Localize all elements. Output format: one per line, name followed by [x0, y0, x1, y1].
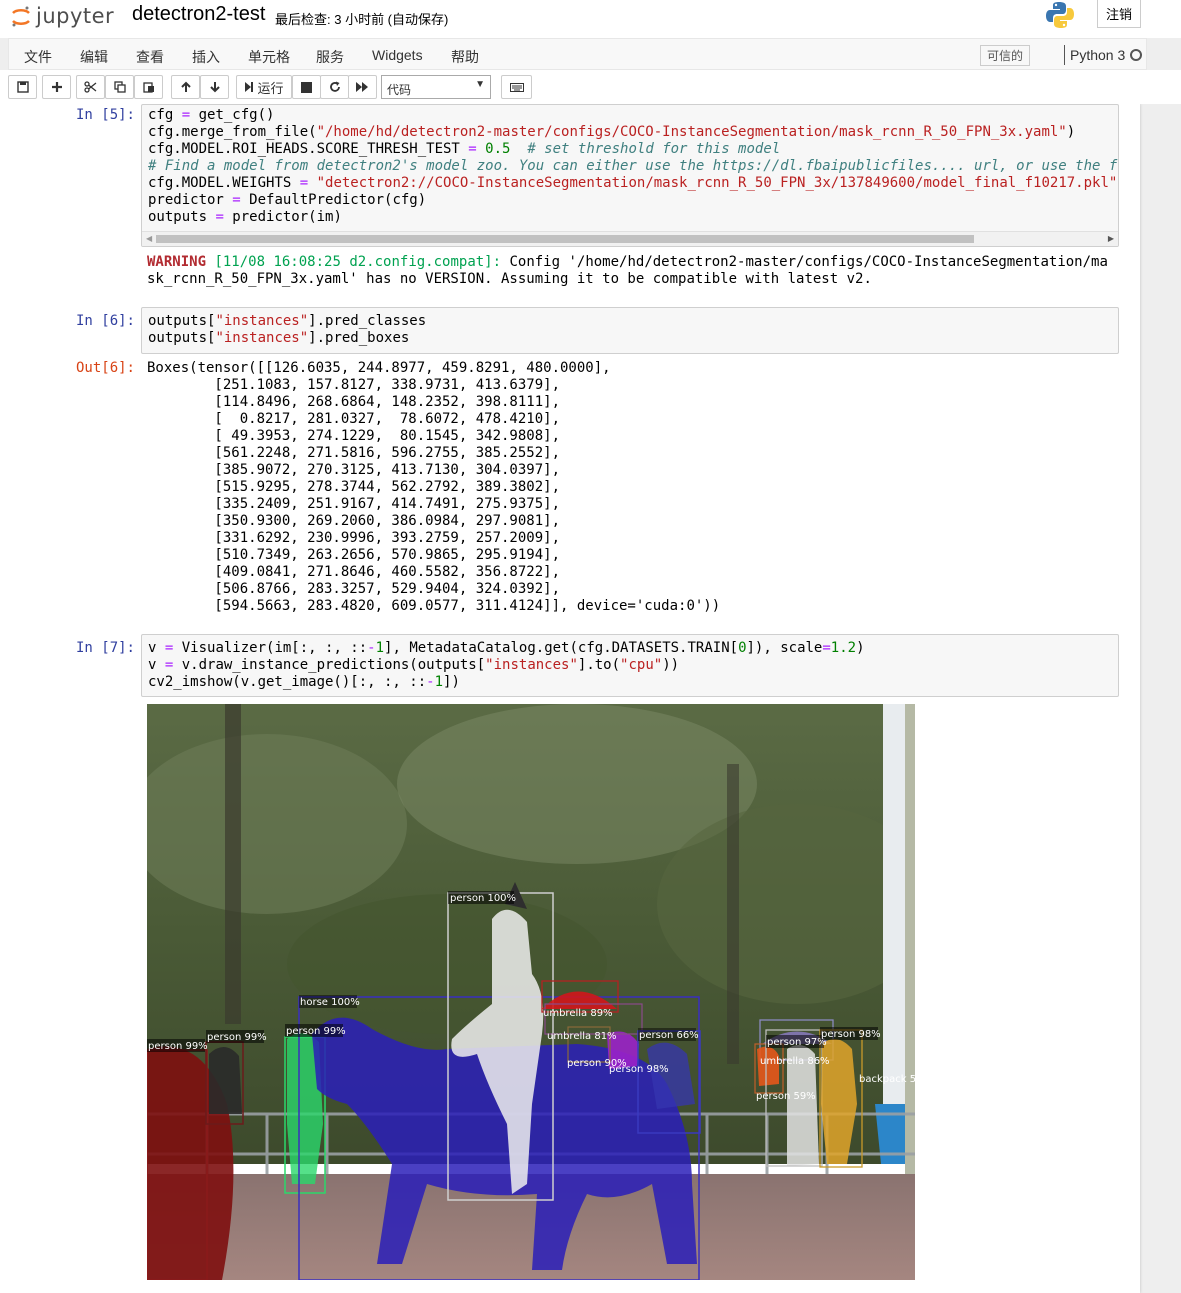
cell-5-input[interactable]: cfg = get_cfg() cfg.merge_from_file("/ho…	[141, 104, 1119, 247]
cell-7-code: v = Visualizer(im[:, :, ::-1], MetadataC…	[148, 640, 865, 690]
detection-label: umbrella 89%	[543, 1008, 613, 1019]
python-logo-icon	[1044, 0, 1076, 30]
cell-6-in-prompt: In [6]:	[75, 313, 135, 329]
checkpoint-status: 最后检查: 3 小时前 (自动保存)	[275, 12, 449, 27]
restart-button[interactable]	[320, 75, 349, 99]
white-pole	[883, 704, 905, 1104]
scrollbar-thumb[interactable]	[156, 235, 974, 243]
detection-label: horse 100%	[300, 997, 360, 1008]
cut-button[interactable]	[76, 75, 105, 99]
save-icon	[16, 81, 29, 93]
cell-7-in-prompt: In [7]:	[75, 640, 135, 656]
copy-button[interactable]	[105, 75, 134, 99]
scroll-right-icon[interactable]: ▶	[1108, 234, 1114, 243]
command-palette-button[interactable]	[501, 75, 532, 99]
warning-meta: [11/08 16:08:25 d2.config.compat]:	[214, 254, 502, 270]
detection-label: person 99%	[286, 1026, 346, 1037]
move-up-button[interactable]	[171, 75, 200, 99]
cell-6-input[interactable]: outputs["instances"].pred_classes output…	[141, 307, 1119, 354]
cell-type-value: 代码	[387, 83, 412, 97]
detection-label: backpack 58%	[859, 1074, 915, 1085]
detection-label: person 97%	[767, 1037, 827, 1048]
jupyter-logo-icon	[10, 5, 32, 27]
paste-icon	[142, 82, 154, 93]
cell-type-select[interactable]: 代码 ▼	[381, 75, 491, 99]
menu-edit[interactable]: 编辑	[80, 47, 108, 67]
restart-run-all-button[interactable]	[348, 75, 377, 99]
menu-file[interactable]: 文件	[24, 47, 52, 67]
warning-message: Config '/home/hd/detectron2-master/confi…	[501, 254, 1108, 270]
jupyter-logo[interactable]: jupyter	[10, 2, 114, 30]
arrow-up-icon	[180, 81, 191, 92]
logout-button[interactable]: 注销	[1097, 0, 1141, 28]
cell-5-in-prompt: In [5]:	[75, 107, 135, 123]
menu-widgets[interactable]: Widgets	[372, 47, 423, 63]
kernel-idle-icon	[1130, 49, 1142, 61]
paste-button[interactable]	[134, 75, 163, 99]
detection-label: person 59%	[756, 1091, 816, 1102]
arrow-down-icon	[209, 82, 220, 93]
page-scrollbar[interactable]	[1165, 104, 1181, 1293]
detection-label: umbrella 81%	[547, 1031, 617, 1042]
dropdown-caret-icon: ▼	[475, 79, 485, 90]
insert-cell-button[interactable]	[42, 75, 71, 99]
jupyter-logo-text: jupyter	[36, 4, 115, 28]
menubar: 文件 编辑 查看 插入 单元格 服务 Widgets 帮助 可信的 Python…	[8, 38, 1147, 70]
menu-view[interactable]: 查看	[136, 47, 164, 67]
menu-insert[interactable]: 插入	[192, 47, 220, 67]
menu-cell[interactable]: 单元格	[248, 47, 290, 67]
interrupt-button[interactable]	[292, 75, 321, 99]
cell-6-output: Boxes(tensor([[126.6035, 244.8977, 459.8…	[147, 360, 721, 614]
detection-label: person 98%	[609, 1064, 669, 1075]
cell-6-code: outputs["instances"].pred_classes output…	[148, 313, 427, 346]
cell-5-code: cfg = get_cfg() cfg.merge_from_file("/ho…	[148, 107, 1118, 225]
fast-forward-icon	[356, 82, 368, 92]
detection-label: umbrella 86%	[760, 1056, 830, 1067]
detection-label: person 66%	[639, 1030, 699, 1041]
copy-icon	[113, 81, 126, 93]
detection-label: person 99%	[207, 1032, 267, 1043]
detection-label: person 98%	[821, 1029, 881, 1040]
menu-kernel[interactable]: 服务	[316, 47, 344, 67]
notebook-page: In [5]: cfg = get_cfg() cfg.merge_from_f…	[0, 104, 1140, 1293]
cell-5-warning: WARNING [11/08 16:08:25 d2.config.compat…	[147, 254, 1108, 288]
warning-word: WARNING	[147, 254, 207, 270]
cell-6-out-prompt: Out[6]:	[75, 360, 135, 376]
header: jupyter detectron2-test 最后检查: 3 小时前 (自动保…	[0, 0, 1181, 38]
save-button[interactable]	[8, 75, 37, 99]
notebook-area: In [5]: cfg = get_cfg() cfg.merge_from_f…	[0, 104, 1181, 1293]
run-button-label: 运行	[257, 80, 284, 96]
step-forward-icon	[245, 82, 254, 92]
move-down-button[interactable]	[200, 75, 229, 99]
keyboard-icon	[509, 82, 524, 92]
detection-label: person 99%	[148, 1041, 208, 1052]
stop-icon	[301, 81, 312, 93]
plus-icon	[51, 82, 62, 92]
trusted-indicator[interactable]: 可信的	[980, 45, 1031, 66]
detection-label: person 100%	[450, 893, 516, 904]
detection-visualization-image: person 100% horse 100% person 99% person…	[147, 704, 915, 1280]
scissors-icon	[84, 81, 97, 93]
warning-message-cont: sk_rcnn_R_50_FPN_3x.yaml' has no VERSION…	[147, 271, 872, 287]
run-button[interactable]: 运行	[236, 75, 292, 99]
cell-7-input[interactable]: v = Visualizer(im[:, :, ::-1], MetadataC…	[141, 634, 1119, 697]
kernel-name: Python 3	[1070, 47, 1126, 63]
menu-help[interactable]: 帮助	[451, 47, 479, 67]
toolbar: 运行 代码 ▼	[0, 70, 1181, 104]
notebook-title[interactable]: detectron2-test	[132, 3, 265, 26]
horizontal-scrollbar[interactable]: ◀ ▶	[142, 231, 1118, 246]
scroll-left-icon[interactable]: ◀	[146, 234, 152, 243]
kernel-separator	[1064, 45, 1065, 65]
refresh-icon	[329, 81, 340, 92]
